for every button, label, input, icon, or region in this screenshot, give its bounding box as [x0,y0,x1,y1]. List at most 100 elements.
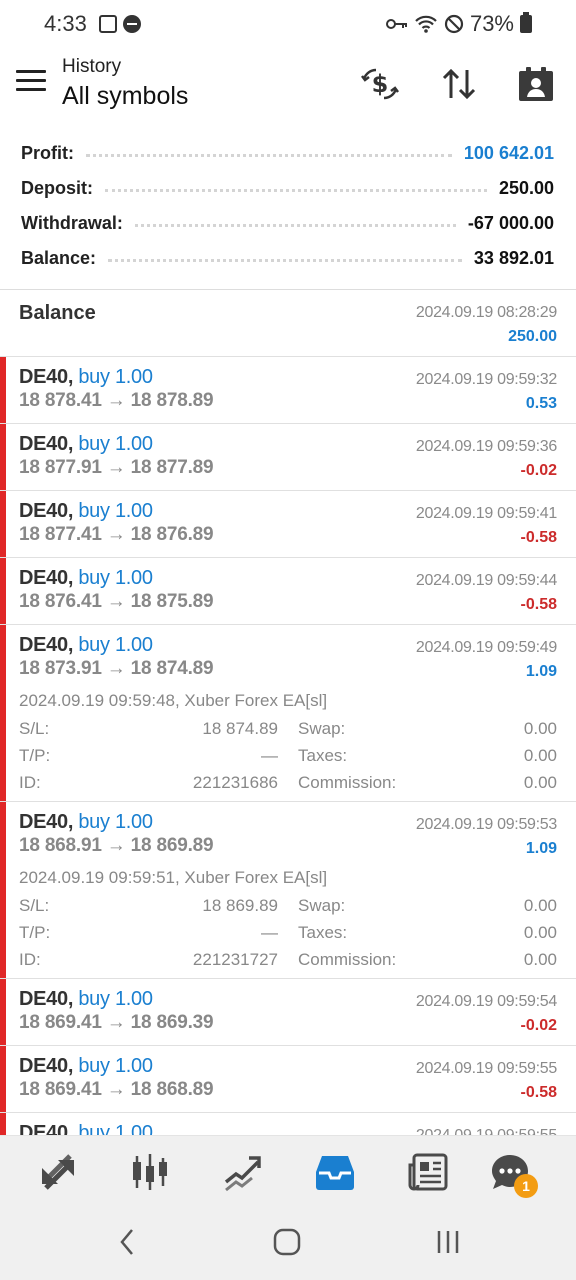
trade-side: buy 1.00 [78,433,153,455]
entry-time: 2024.09.19 09:59:32 [415,371,557,388]
entry-time: 2024.09.19 09:59:55 [415,1060,557,1077]
trade-comment: 2024.09.19 09:59:51, Xuber Forex EA[sl] [19,868,328,887]
entry-time: 2024.09.19 09:59:36 [415,438,557,455]
trade-prices: 18 877.91 → 18 877.89 [19,457,214,478]
detail-label: ID: [19,950,41,969]
detail-label: S/L: [19,719,50,738]
detail-value: 18 874.89 [202,719,278,738]
entry-time: 2024.09.19 08:28:29 [415,304,557,321]
trade-profit: -0.02 [520,1017,557,1034]
summary-value: 33 892.01 [473,248,554,268]
do-not-disturb-icon [122,15,141,33]
trade-prices: 18 873.91 → 18 874.89 [19,658,214,679]
symbol-name: DE40, [19,811,74,833]
trade-prices: 18 869.41 → 18 869.39 [19,1012,214,1033]
detail-value: 0.00 [523,950,557,969]
chart-candles-icon[interactable] [128,1150,172,1194]
trade-entry[interactable]: DE40, buy 1.00 2024.09.19 09:59:55 [0,1113,576,1135]
trade-icon[interactable] [221,1150,265,1194]
trade-prices: 18 868.91 → 18 869.89 [19,835,214,856]
symbol-name: DE40, [19,1055,74,1077]
trade-entry[interactable]: DE40, buy 1.00 18 877.91 → 18 877.89 2024.… [0,424,576,491]
trade-entry[interactable]: DE40, buy 1.00 18 878.41 → 18 878.89 2024.… [0,357,576,424]
detail-label: ID: [19,773,41,792]
page-title[interactable]: All symbols [62,82,188,111]
trade-side: buy 1.00 [78,567,153,589]
id-commission-row: ID: 221231727 Commission: 0.00 [19,950,557,977]
trade-symbol: DE40, buy 1.00 [19,433,153,456]
history-list[interactable]: Balance 2024.09.19 08:28:29 250.00 DE40,… [0,290,576,1135]
entry-time: 2024.09.19 09:59:44 [415,572,557,589]
summary-deposit: Deposit: 250.00 [0,171,576,206]
summary-withdrawal: Withdrawal: -67 000.00 [0,206,576,241]
detail-label: Commission: [298,950,397,969]
trade-symbol: DE40, buy 1.00 [19,1055,153,1078]
symbol-name: DE40, [19,567,74,589]
trade-symbol: DE40, buy 1.00 [19,1122,153,1135]
account-summary: Profit: 100 642.01 Deposit: 250.00 Withd… [0,136,576,276]
dotted-leader [108,259,462,262]
trade-side: buy 1.00 [78,1122,153,1135]
trade-side: buy 1.00 [78,1055,153,1077]
summary-label: Deposit: [21,178,93,198]
trade-comment: 2024.09.19 09:59:48, Xuber Forex EA[sl] [19,691,328,710]
trade-symbol: DE40, buy 1.00 [19,811,153,834]
trade-prices: 18 869.41 → 18 868.89 [19,1079,214,1100]
trade-side: buy 1.00 [78,500,153,522]
key-icon [385,19,407,29]
recents-icon[interactable] [432,1227,464,1257]
svg-text:$: $ [372,70,389,98]
detail-value: 221231727 [192,950,278,969]
back-icon[interactable] [112,1227,142,1257]
tp-taxes-row: T/P: — Taxes: 0.00 [19,746,557,773]
detail-value: 0.00 [523,773,557,792]
trade-details: 2024.09.19 09:59:51, Xuber Forex EA[sl] S… [0,868,576,978]
trade-prices: 18 876.41 → 18 875.89 [19,591,214,612]
symbol-name: DE40, [19,988,74,1010]
home-icon[interactable] [270,1227,304,1257]
symbol-name: DE40, [19,366,74,388]
menu-icon[interactable] [16,70,46,94]
detail-value: — [261,746,278,765]
dotted-leader [105,189,487,192]
deposit-withdraw-icon[interactable]: $ [360,64,400,104]
entry-time: 2024.09.19 09:59:49 [415,639,557,656]
trade-profit: -0.58 [520,1084,557,1101]
detail-label: T/P: [19,923,51,942]
symbol-name: DE40, [19,433,74,455]
trade-side: buy 1.00 [78,366,153,388]
summary-value: -67 000.00 [467,213,554,233]
news-icon[interactable] [406,1150,450,1194]
detail-value: 0.00 [523,896,557,915]
symbol-name: DE40, [19,1122,74,1135]
trade-entry[interactable]: DE40, buy 1.00 18 877.41 → 18 876.89 2024.… [0,491,576,558]
quotes-icon[interactable] [36,1150,80,1194]
trade-entry[interactable]: DE40, buy 1.00 18 869.41 → 18 869.39 2024.… [0,979,576,1046]
trade-entry[interactable]: DE40, buy 1.00 18 869.41 → 18 868.89 2024.… [0,1046,576,1113]
trade-symbol: DE40, buy 1.00 [19,634,153,657]
balance-entry[interactable]: Balance 2024.09.19 08:28:29 250.00 [0,290,576,357]
sort-icon[interactable] [439,64,479,104]
battery-icon [520,12,532,33]
trade-entry[interactable]: DE40, buy 1.00 18 876.41 → 18 875.89 2024.… [0,558,576,625]
balance-entry-title: Balance [19,302,96,324]
status-bar: 4:33 73% [0,0,576,48]
entry-amount: 250.00 [508,328,557,345]
detail-label: T/P: [19,746,51,765]
detail-label: Swap: [298,896,346,915]
messages-icon[interactable]: 1 [488,1150,538,1198]
trade-entry[interactable]: DE40, buy 1.00 18 873.91 → 18 874.89 2024.… [0,625,576,802]
detail-value: 0.00 [523,719,557,738]
trade-entry[interactable]: DE40, buy 1.00 18 868.91 → 18 869.89 2024.… [0,802,576,979]
detail-value: 221231686 [192,773,278,792]
no-sim-icon [444,14,464,34]
detail-value: 0.00 [523,746,557,765]
app-header: History All symbols $ [0,48,576,128]
dotted-leader [134,224,456,227]
history-icon[interactable] [313,1150,357,1194]
calendar-period-icon[interactable] [516,64,556,104]
trade-symbol: DE40, buy 1.00 [19,988,153,1011]
detail-label: S/L: [19,896,50,915]
summary-profit: Profit: 100 642.01 [0,136,576,171]
trade-details: 2024.09.19 09:59:48, Xuber Forex EA[sl] S… [0,691,576,801]
